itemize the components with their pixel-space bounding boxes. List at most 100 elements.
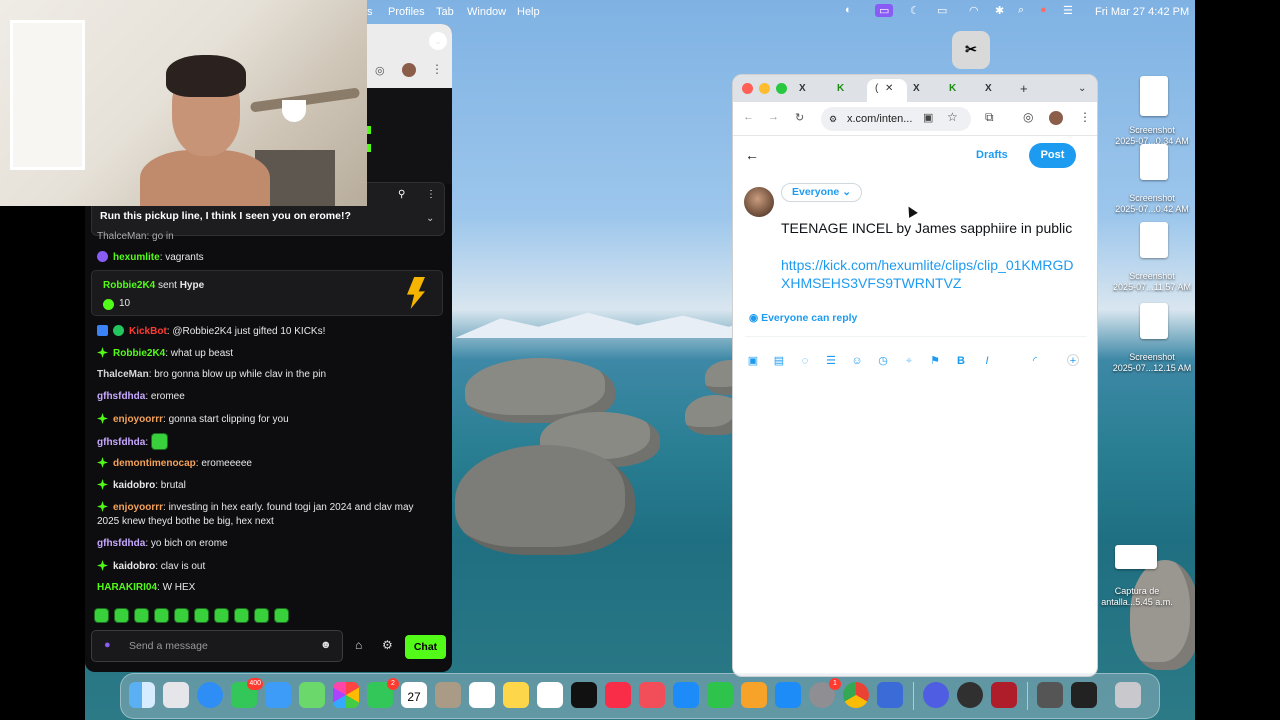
numbers-icon[interactable] — [707, 682, 733, 708]
calendar-icon[interactable]: 27 — [401, 682, 427, 708]
emote-icon[interactable] — [234, 608, 249, 623]
hype-user[interactable]: Robbie2K4 — [103, 280, 155, 291]
apple-tv-icon[interactable] — [571, 682, 597, 708]
signal-icon[interactable] — [923, 682, 949, 708]
app-store-icon[interactable] — [775, 682, 801, 708]
emote-icon[interactable] — [154, 608, 169, 623]
freeform-icon[interactable] — [537, 682, 563, 708]
browser-menu-icon[interactable]: ⋮ — [431, 62, 443, 76]
post-text[interactable]: TEENAGE INCEL by James sapphiire in publ… — [781, 219, 1081, 237]
safari-icon[interactable] — [197, 682, 223, 708]
menu-help[interactable]: Help — [517, 6, 540, 18]
chat-username[interactable]: kaidobro — [113, 561, 155, 572]
gif-icon[interactable]: ▤ — [773, 355, 785, 367]
search-icon[interactable]: ⌕ — [1018, 4, 1024, 17]
menu-item[interactable]: s — [367, 6, 373, 18]
pin-icon[interactable]: ⚲ — [398, 189, 405, 200]
media-icon[interactable]: ▣ — [747, 355, 759, 367]
emote-icon[interactable] — [194, 608, 209, 623]
pages-icon[interactable] — [741, 682, 767, 708]
new-tab-button[interactable]: + — [1020, 79, 1028, 102]
reminders-icon[interactable] — [469, 682, 495, 708]
emote-icon[interactable] — [174, 608, 189, 623]
tab-kick[interactable]: K — [949, 79, 956, 102]
capcut-app-icon[interactable]: ✂ — [952, 31, 990, 69]
chat-username[interactable]: Robbie2K4 — [113, 348, 165, 359]
music-icon[interactable] — [605, 682, 631, 708]
screen-record-icon[interactable]: ◐ — [845, 4, 852, 16]
store-icon[interactable]: ⌂ — [355, 638, 362, 652]
chat-username[interactable]: kaidobro — [113, 480, 155, 491]
messages-icon[interactable]: 400 — [231, 678, 263, 708]
desktop-file-label[interactable]: Screenshot 2025-07...12.15 AM — [1107, 352, 1197, 374]
user-avatar[interactable] — [744, 187, 774, 217]
menu-profiles[interactable]: Profiles — [388, 6, 425, 18]
profile-avatar[interactable] — [1049, 111, 1063, 125]
reply-settings[interactable]: ◉ Everyone can reply — [749, 312, 857, 324]
add-post-icon[interactable]: + — [1067, 354, 1079, 367]
moon-icon[interactable]: ☾ — [910, 4, 920, 17]
audience-selector[interactable]: Everyone ⌄ — [781, 183, 862, 202]
screenshot-file-icon[interactable] — [1115, 545, 1157, 569]
iphone-mirroring-icon[interactable] — [877, 682, 903, 708]
close-window-button[interactable] — [742, 83, 753, 94]
emote-icon[interactable] — [134, 608, 149, 623]
chevron-down-icon[interactable]: ⌄ — [426, 213, 434, 224]
finder-icon[interactable] — [129, 682, 155, 708]
desktop-file-label[interactable]: Screenshot 2025-07...0.42 AM — [1107, 193, 1197, 215]
emoji-icon[interactable]: ☺ — [851, 355, 863, 367]
image-stack-icon[interactable] — [1037, 682, 1063, 708]
menubar-clock[interactable]: Fri Mar 27 4:42 PM — [1095, 6, 1189, 18]
chat-username[interactable]: ThalceMan — [97, 369, 149, 380]
photos-icon[interactable] — [333, 682, 359, 708]
screenshot-file-icon[interactable] — [1140, 222, 1168, 258]
poll-icon[interactable]: ☰ — [825, 355, 837, 367]
tab-active[interactable]: (✕ — [867, 79, 907, 102]
news-icon[interactable] — [639, 682, 665, 708]
menu-tab[interactable]: Tab — [436, 6, 454, 18]
desktop-file-label[interactable]: Captura de antalla...5.45 a.m. — [1092, 586, 1182, 608]
system-settings-icon[interactable]: 1 — [809, 678, 841, 708]
screenshot-file-icon[interactable] — [1140, 303, 1168, 339]
site-info-icon[interactable]: ⚙ — [829, 107, 837, 131]
location-icon[interactable]: ⌖ — [903, 355, 915, 367]
drafts-button[interactable]: Drafts — [976, 149, 1008, 161]
keynote-icon[interactable] — [673, 682, 699, 708]
notes-icon[interactable] — [503, 682, 529, 708]
chat-username[interactable]: KickBot — [129, 326, 167, 337]
obs-icon[interactable] — [957, 682, 983, 708]
screenshot-file-icon[interactable] — [1140, 76, 1168, 116]
schedule-icon[interactable]: ◷ — [877, 355, 889, 367]
tab-x[interactable]: X — [799, 79, 806, 102]
user-status-icon[interactable]: ● — [1040, 4, 1047, 16]
maximize-window-button[interactable] — [776, 83, 787, 94]
maps-icon[interactable] — [299, 682, 325, 708]
desktop-file-label[interactable]: Screenshot 2025-07...11.57 AM — [1107, 271, 1197, 293]
battery-icon[interactable]: ▭ — [937, 4, 947, 17]
italic-icon[interactable]: I — [981, 355, 993, 367]
emoji-icon[interactable]: ☻ — [320, 639, 332, 651]
grok-icon[interactable]: ◌ — [799, 355, 811, 367]
tab-search-icon[interactable]: ⌄ — [1078, 79, 1086, 102]
close-tab-icon[interactable]: ✕ — [885, 79, 893, 98]
chat-username[interactable]: enjoyoorrr — [113, 414, 163, 425]
extension-icon[interactable]: ◎ — [375, 64, 385, 77]
chat-send-button[interactable]: Chat — [405, 635, 446, 659]
bluetooth-icon[interactable]: ✱ — [995, 4, 1004, 17]
back-icon[interactable]: ← — [743, 111, 754, 123]
mail-icon[interactable] — [265, 682, 291, 708]
wifi-icon[interactable]: ◠ — [969, 4, 979, 17]
bookmark-star-icon[interactable]: ☆ — [947, 110, 958, 124]
back-arrow-icon[interactable]: ← — [745, 147, 759, 163]
extension-icon[interactable]: ◎ — [1023, 110, 1033, 124]
tab-search-icon[interactable]: ⌄ — [429, 32, 447, 50]
chat-message-input[interactable]: ● Send a message ☻ — [91, 630, 343, 662]
post-link[interactable]: https://kick.com/hexumlite/clips/clip_01… — [781, 256, 1081, 292]
chat-username[interactable]: gfhsfdhda — [97, 538, 145, 549]
browser-menu-icon[interactable]: ⋮ — [1079, 110, 1091, 124]
screenshot-file-icon[interactable] — [1140, 144, 1168, 180]
extensions-icon[interactable]: ⧉ — [985, 110, 994, 125]
chat-username[interactable]: hexumlite — [113, 252, 160, 263]
more-options-icon[interactable]: ⋮ — [426, 189, 436, 200]
app-status-icon[interactable]: ▭ — [875, 4, 894, 17]
